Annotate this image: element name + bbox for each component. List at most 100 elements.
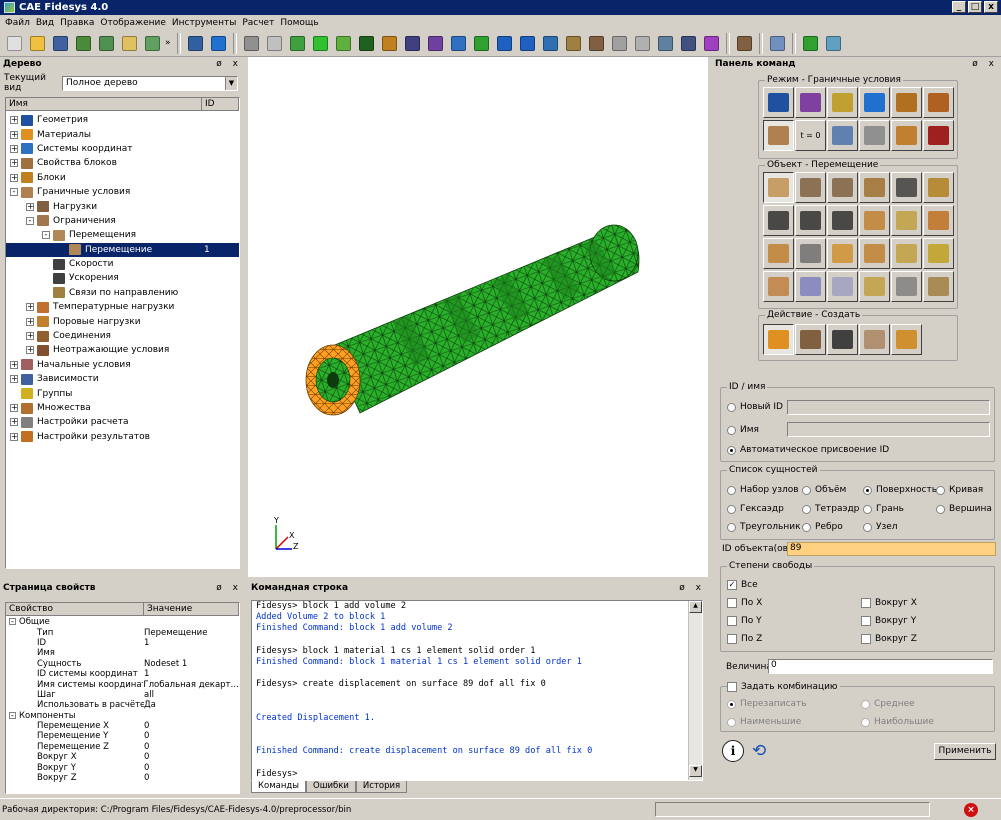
tree-item[interactable]: + Материалы (6, 127, 239, 141)
mode-button[interactable] (827, 120, 858, 151)
property-row[interactable]: - Общие (6, 617, 239, 627)
tree-item[interactable]: + Настройки результатов (6, 430, 239, 444)
console-scrollbar[interactable]: ▲ ▼ (688, 601, 702, 780)
tree-item[interactable]: Скорости (6, 257, 239, 271)
toolbar-button-0-icon[interactable] (4, 33, 25, 54)
mode-button[interactable] (859, 87, 890, 118)
menu-item-6[interactable]: Помощь (277, 18, 321, 28)
tree-expander-icon[interactable]: - (26, 216, 34, 225)
tree-expander-icon[interactable]: + (26, 317, 34, 326)
tree-item[interactable]: - Перемещения (6, 228, 239, 242)
tree-item[interactable]: + Зависимости (6, 372, 239, 386)
toolbar-button-25-icon[interactable] (609, 33, 630, 54)
tree-expander-icon[interactable]: + (10, 418, 18, 427)
property-row[interactable]: ID системы координат 1 (6, 669, 239, 679)
toolbar-button-18-icon[interactable] (448, 33, 469, 54)
toolbar-button-32-icon[interactable] (800, 33, 821, 54)
tree-item[interactable]: Связи по направлению (6, 286, 239, 300)
dof-all-checkbox[interactable]: ✓ Все (727, 580, 758, 590)
toolbar-button-33-icon[interactable] (823, 33, 844, 54)
property-row[interactable]: Перемещение Z 0 (6, 742, 239, 752)
object-button[interactable] (891, 271, 922, 302)
toolbar-button-27-icon[interactable] (655, 33, 676, 54)
tree-expander-icon[interactable]: + (26, 332, 34, 341)
apply-button[interactable]: Применить (934, 743, 996, 760)
tree-item[interactable]: + Множества (6, 401, 239, 415)
toolbar-button-11-icon[interactable] (287, 33, 308, 54)
tree-item[interactable]: + Начальные условия (6, 358, 239, 372)
mode-button[interactable] (859, 120, 890, 151)
entity-radio[interactable]: Набор узлов (727, 485, 799, 495)
toolbar-button-26-icon[interactable] (632, 33, 653, 54)
toolbar-button-19-icon[interactable] (471, 33, 492, 54)
object-button[interactable] (859, 238, 890, 269)
object-button[interactable] (859, 205, 890, 236)
panel-float-close-buttons[interactable]: ø x (972, 59, 998, 69)
combination-checkbox[interactable]: Задать комбинацию (727, 682, 840, 692)
menu-item-1[interactable]: Вид (33, 18, 57, 28)
property-row[interactable]: Тип Перемещение (6, 627, 239, 638)
property-row[interactable]: Шаг all (6, 690, 239, 700)
view-select[interactable]: Полное дерево ▼ (62, 75, 238, 91)
tree-expander-icon[interactable]: + (10, 360, 18, 369)
tree-item[interactable]: + Неотражающие условия (6, 343, 239, 357)
object-button[interactable] (891, 238, 922, 269)
auto-id-radio[interactable]: Автоматическое присвоение ID (727, 445, 889, 455)
props-col-value[interactable]: Значение (144, 603, 239, 616)
entity-radio[interactable]: Треугольник (727, 522, 801, 532)
toolbar-more-icon[interactable]: » (165, 38, 173, 48)
property-row[interactable]: Сущность Nodeset 1 (6, 659, 239, 669)
menu-item-3[interactable]: Отображение (97, 18, 169, 28)
property-row[interactable]: Перемещение X 0 (6, 721, 239, 731)
mode-button[interactable]: t = 0 (795, 120, 826, 151)
panel-float-close-buttons[interactable]: ø x (216, 583, 242, 593)
toolbar-button-12-icon[interactable] (310, 33, 331, 54)
object-button[interactable] (827, 271, 858, 302)
object-button[interactable] (763, 271, 794, 302)
menu-item-0[interactable]: Файл (2, 18, 33, 28)
mode-button[interactable] (923, 87, 954, 118)
combination-radio[interactable]: Наибольшие (861, 717, 934, 727)
mesh-view[interactable]: Y X Z (248, 57, 708, 577)
3d-viewport[interactable]: Y X Z (248, 57, 708, 577)
toolbar-button-6-icon[interactable] (142, 33, 163, 54)
tree-expander-icon[interactable]: + (10, 116, 18, 125)
info-icon[interactable]: i (722, 740, 744, 762)
combination-radio[interactable]: Наименьшие (727, 717, 801, 727)
object-button[interactable] (763, 172, 794, 203)
tree-item[interactable]: + Геометрия (6, 113, 239, 127)
object-button[interactable] (795, 238, 826, 269)
object-button[interactable] (891, 205, 922, 236)
dof-checkbox[interactable]: По Z (727, 634, 762, 644)
entity-radio[interactable]: Поверхность (863, 485, 937, 495)
object-button[interactable] (763, 205, 794, 236)
action-button[interactable] (763, 324, 794, 355)
property-row[interactable]: - Компоненты (6, 711, 239, 721)
mode-button[interactable] (891, 120, 922, 151)
tree-expander-icon[interactable]: + (26, 346, 34, 355)
property-row[interactable]: Имя системы координат Глобальная декарт… (6, 679, 239, 690)
combination-radio[interactable]: Среднее (861, 699, 915, 709)
name-field[interactable] (787, 422, 990, 437)
toolbar-button-8-icon[interactable] (208, 33, 229, 54)
tree-item[interactable]: - Ограничения (6, 214, 239, 228)
property-row[interactable]: Вокруг Y 0 (6, 762, 239, 773)
tree-expander-icon[interactable]: + (10, 375, 18, 384)
entity-radio[interactable]: Кривая (936, 485, 983, 495)
toolbar-button-7-icon[interactable] (185, 33, 206, 54)
props-col-property[interactable]: Свойство (6, 603, 144, 616)
dof-checkbox[interactable]: Вокруг Y (861, 616, 916, 626)
entity-radio[interactable]: Тетраэдр (802, 504, 859, 514)
toolbar-button-23-icon[interactable] (563, 33, 584, 54)
mode-button[interactable] (763, 87, 794, 118)
entity-radio[interactable]: Гексаэдр (727, 504, 784, 514)
dof-checkbox[interactable]: Вокруг Z (861, 634, 917, 644)
object-button[interactable] (923, 205, 954, 236)
mode-button[interactable] (891, 87, 922, 118)
scroll-down-icon[interactable]: ▼ (689, 765, 702, 777)
toolbar-button-16-icon[interactable] (402, 33, 423, 54)
mode-button[interactable] (763, 120, 794, 151)
console-tab[interactable]: История (355, 781, 408, 793)
action-button[interactable] (859, 324, 890, 355)
tree-expander-icon[interactable]: - (9, 618, 16, 626)
